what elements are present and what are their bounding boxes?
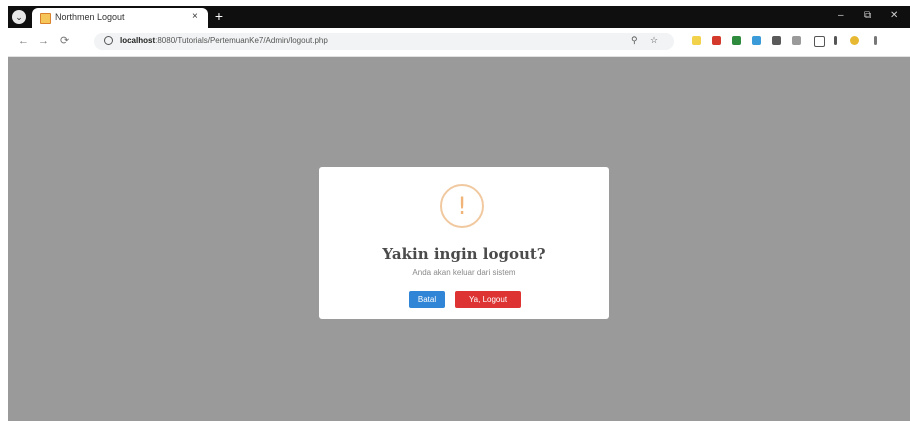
tab-close-icon[interactable]: × <box>192 11 198 22</box>
download-icon[interactable] <box>792 36 801 45</box>
minimize-icon[interactable]: – <box>838 10 844 22</box>
dialog-title: Yakin ingin logout? <box>382 245 546 263</box>
url-path: :8080/Tutorials/PertemuanKe7/Admin/logou… <box>155 36 328 45</box>
tab-search-icon[interactable]: ⌄ <box>12 10 26 24</box>
favicon-icon <box>40 13 51 24</box>
maximize-icon[interactable]: ⧉ <box>864 10 871 22</box>
gmail-extension-icon[interactable] <box>712 36 721 45</box>
close-window-icon[interactable]: ✕ <box>890 10 898 22</box>
side-panel-icon[interactable] <box>814 36 825 47</box>
back-icon[interactable]: ← <box>18 35 29 48</box>
new-tab-button[interactable]: + <box>212 9 226 23</box>
sheets-extension-icon[interactable] <box>732 36 741 45</box>
browser-toolbar: ← → ⟳ localhost:8080/Tutorials/Pertemuan… <box>8 28 910 57</box>
tab-bar: ⌄ Northmen Logout × + – ⧉ ✕ <box>8 6 910 28</box>
puzzle-extension-icon[interactable] <box>772 36 781 45</box>
browser-tab[interactable]: Northmen Logout × <box>32 8 208 28</box>
browser-window: ⌄ Northmen Logout × + – ⧉ ✕ ← → ⟳ localh… <box>8 6 910 421</box>
site-info-icon[interactable] <box>104 36 113 45</box>
dialog-text: Anda akan keluar dari sistem <box>412 268 516 277</box>
reload-icon[interactable]: ⟳ <box>60 35 69 48</box>
profile-avatar-icon[interactable] <box>850 36 859 45</box>
cancel-button[interactable]: Batal <box>409 291 445 308</box>
warning-icon: ! <box>440 184 484 228</box>
zoom-icon[interactable]: ⚲ <box>631 35 638 46</box>
menu-kebab-icon[interactable] <box>874 36 877 45</box>
bookmark-star-icon[interactable]: ☆ <box>650 35 658 46</box>
reading-list-icon[interactable] <box>834 36 837 45</box>
url-text: localhost:8080/Tutorials/PertemuanKe7/Ad… <box>120 36 328 45</box>
translate-extension-icon[interactable] <box>752 36 761 45</box>
forward-icon[interactable]: → <box>38 35 49 48</box>
logout-dialog: ! Yakin ingin logout? Anda akan keluar d… <box>319 167 609 319</box>
tab-title: Northmen Logout <box>55 12 125 22</box>
url-host: localhost <box>120 36 156 45</box>
address-bar[interactable]: localhost:8080/Tutorials/PertemuanKe7/Ad… <box>94 33 674 50</box>
confirm-logout-button[interactable]: Ya, Logout <box>455 291 521 308</box>
extension-icon[interactable] <box>692 36 701 45</box>
modal-overlay: ! Yakin ingin logout? Anda akan keluar d… <box>8 57 910 421</box>
